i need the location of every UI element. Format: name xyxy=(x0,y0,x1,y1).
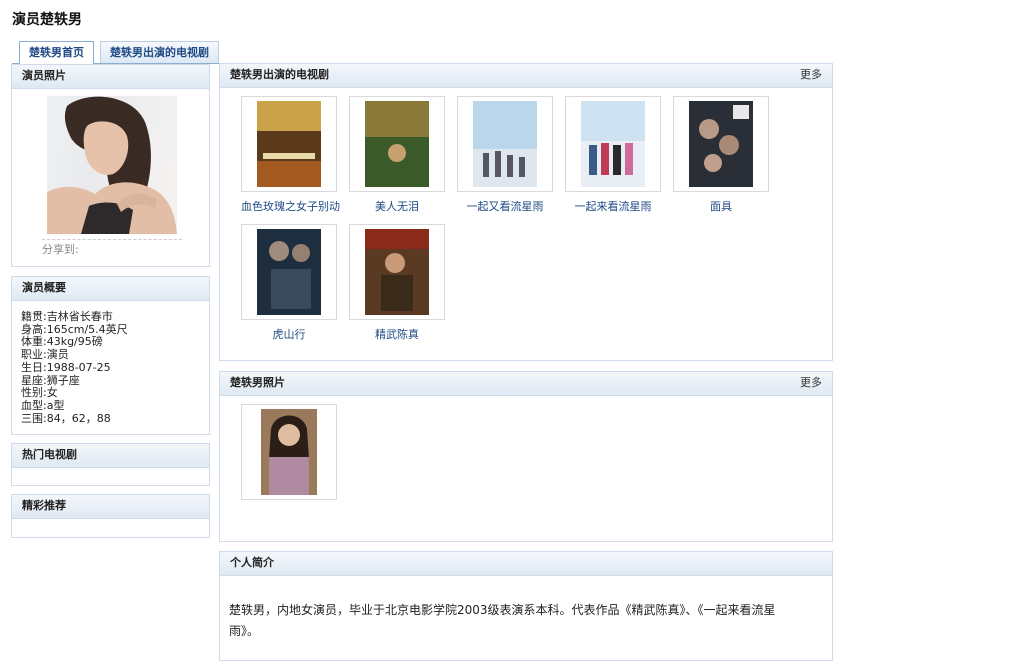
tv-show-card: 虎山行 xyxy=(241,224,337,342)
recommend-header: 精彩推荐 xyxy=(12,495,209,519)
tv-shows-more-link[interactable]: 更多 xyxy=(800,64,822,86)
tv-shows-header: 楚轶男出演的电视剧 更多 xyxy=(220,64,832,88)
tv-show-title-link[interactable]: 血色玫瑰之女子别动 xyxy=(241,198,340,214)
tv-show-card: 精武陈真 xyxy=(349,224,445,342)
poster-image xyxy=(473,101,537,187)
photo-image xyxy=(261,409,317,495)
overview-item: 籍贯:吉林省长春市 xyxy=(21,310,113,323)
bio-panel: 个人简介 楚轶男，内地女演员，毕业于北京电影学院2003级表演系本科。代表作品《… xyxy=(219,551,833,661)
tab-tv-shows[interactable]: 楚轶男出演的电视剧 xyxy=(100,41,219,63)
actor-photo-panel: 演员照片 分享到: xyxy=(11,64,210,267)
hot-tv-header: 热门电视剧 xyxy=(12,444,209,468)
bio-header: 个人简介 xyxy=(220,552,832,576)
tv-show-poster[interactable] xyxy=(241,96,337,192)
photo-card xyxy=(241,404,337,500)
tv-show-poster[interactable] xyxy=(349,96,445,192)
poster-image xyxy=(581,101,645,187)
tv-show-poster[interactable] xyxy=(457,96,553,192)
tv-show-title-link[interactable]: 美人无泪 xyxy=(349,198,445,214)
poster-image xyxy=(365,229,429,315)
recommend-panel: 精彩推荐 xyxy=(11,494,210,538)
tv-show-title-link[interactable]: 一起又看流星雨 xyxy=(457,198,553,214)
overview-item: 血型:a型 xyxy=(21,398,65,412)
overview-item: 职业:演员 xyxy=(21,348,69,362)
overview-item: 生日:1988-07-25 xyxy=(21,360,111,374)
tv-show-card: 美人无泪 xyxy=(349,96,445,214)
actor-photo-image xyxy=(47,96,177,234)
poster-image xyxy=(689,101,753,187)
bio-line: 楚轶男，内地女演员，毕业于北京电影学院2003级表演系本科。代表作品《精武陈真》… xyxy=(229,603,776,617)
poster-image xyxy=(365,101,429,187)
tv-show-title-link[interactable]: 精武陈真 xyxy=(349,326,445,342)
bio-text: 楚轶男，内地女演员，毕业于北京电影学院2003级表演系本科。代表作品《精武陈真》… xyxy=(220,576,809,642)
tv-show-title-link[interactable]: 面具 xyxy=(673,198,769,214)
tv-show-title-link[interactable]: 一起来看流星雨 xyxy=(565,198,661,214)
tab-home[interactable]: 楚轶男首页 xyxy=(19,41,94,64)
tv-show-card: 血色玫瑰之女子别动 xyxy=(241,96,340,214)
tv-show-poster[interactable] xyxy=(349,224,445,320)
photos-panel: 楚轶男照片 更多 xyxy=(219,371,833,542)
photos-header: 楚轶男照片 更多 xyxy=(220,372,832,396)
hot-tv-panel: 热门电视剧 xyxy=(11,443,210,486)
tv-show-poster[interactable] xyxy=(673,96,769,192)
page-title: 演员楚轶男 xyxy=(12,12,82,28)
tab-bar: 楚轶男首页 楚轶男出演的电视剧 xyxy=(12,41,833,64)
poster-image xyxy=(257,229,321,315)
tv-shows-panel: 楚轶男出演的电视剧 更多 血色玫瑰之女子别动 美人无泪 一起又看流星雨 一起来看… xyxy=(219,63,833,361)
photos-more-link[interactable]: 更多 xyxy=(800,372,822,394)
actor-photo-header: 演员照片 xyxy=(12,65,209,89)
photos-title: 楚轶男照片 xyxy=(230,376,285,389)
actor-photo[interactable] xyxy=(47,96,177,234)
photo-thumbnail[interactable] xyxy=(241,404,337,500)
tv-show-poster[interactable] xyxy=(241,224,337,320)
share-divider xyxy=(42,239,182,240)
share-label: 分享到: xyxy=(42,243,79,256)
tv-show-poster[interactable] xyxy=(565,96,661,192)
tv-shows-title: 楚轶男出演的电视剧 xyxy=(230,68,329,81)
actor-overview-header: 演员概要 xyxy=(12,277,209,301)
tv-show-card: 一起又看流星雨 xyxy=(457,96,553,214)
overview-item: 三围:84，62，88 xyxy=(21,411,111,425)
poster-image xyxy=(257,101,321,187)
tv-show-card: 一起来看流星雨 xyxy=(565,96,661,214)
actor-overview-panel: 演员概要 籍贯:吉林省长春市 身高:165cm/5.4英尺 体重:43kg/95… xyxy=(11,276,210,435)
actor-overview-list: 籍贯:吉林省长春市 身高:165cm/5.4英尺 体重:43kg/95磅 职业:… xyxy=(12,301,209,425)
tv-show-title-link[interactable]: 虎山行 xyxy=(241,326,337,342)
bio-line: 雨》。 xyxy=(229,624,260,638)
tv-show-card: 面具 xyxy=(673,96,769,214)
